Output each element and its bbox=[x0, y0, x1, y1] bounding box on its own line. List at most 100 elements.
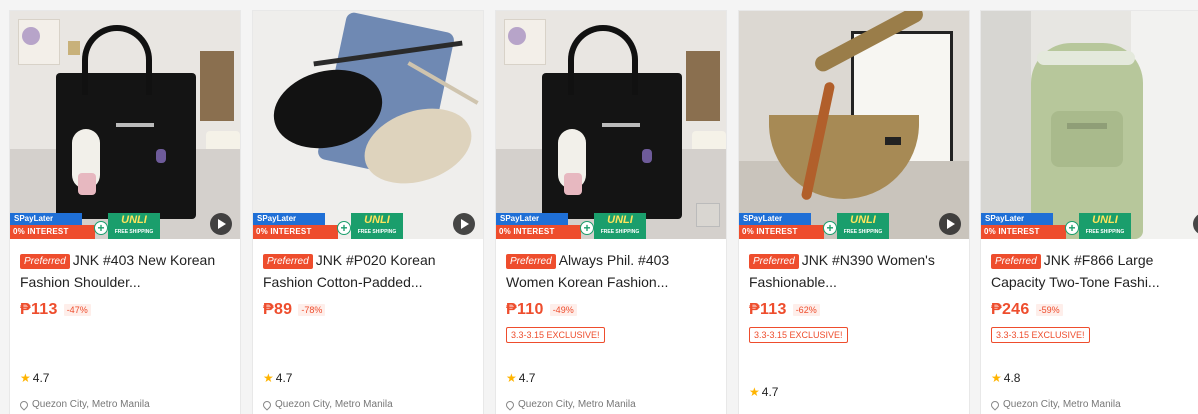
plus-icon: + bbox=[823, 221, 837, 235]
spaylater-label: SPayLater bbox=[981, 213, 1053, 225]
rating: ★ 4.8 bbox=[991, 371, 1020, 385]
interest-label: 0% INTEREST bbox=[253, 225, 338, 239]
play-icon[interactable] bbox=[939, 213, 961, 235]
product-image[interactable]: SPayLater 0% INTEREST + UNLI FREE SHIPPI… bbox=[10, 11, 240, 239]
preferred-badge: Preferred bbox=[20, 254, 70, 269]
spaylater-label: SPayLater bbox=[253, 213, 325, 225]
discount-badge: -59% bbox=[1035, 304, 1063, 316]
location: Quezon City, Metro Manila bbox=[989, 398, 1121, 411]
exclusive-badge: 3.3-3.15 EXCLUSIVE! bbox=[506, 327, 605, 343]
product-title[interactable]: Preferred JNK #403 New Korean Fashion Sho… bbox=[20, 249, 230, 293]
price: ₱113 bbox=[749, 301, 787, 318]
unli-label: UNLI bbox=[850, 214, 876, 226]
price: ₱246 bbox=[991, 301, 1030, 318]
interest-label: 0% INTEREST bbox=[981, 225, 1066, 239]
spaylater-label: SPayLater bbox=[10, 213, 82, 225]
rating: ★ 4.7 bbox=[506, 371, 535, 385]
product-card[interactable]: SPayLater 0% INTEREST + UNLI FREE SHIPPI… bbox=[980, 10, 1198, 414]
rating-value: 4.7 bbox=[518, 371, 536, 385]
plus-icon: + bbox=[337, 221, 351, 235]
discount-badge: -49% bbox=[549, 304, 577, 316]
product-card[interactable]: SPayLater 0% INTEREST + UNLI FREE SHIPPI… bbox=[9, 10, 241, 414]
product-photo-scene bbox=[496, 11, 726, 239]
product-title[interactable]: Preferred JNK #N390 Women's Fashionable..… bbox=[749, 249, 959, 293]
free-shipping-label: FREE SHIPPING bbox=[843, 229, 883, 235]
free-shipping-label: FREE SHIPPING bbox=[600, 229, 640, 235]
price: ₱89 bbox=[263, 301, 293, 318]
interest-label: 0% INTEREST bbox=[739, 225, 824, 239]
location: Quezon City, Metro Manila bbox=[504, 398, 636, 411]
product-photo-scene bbox=[253, 11, 483, 239]
spaylater-label: SPayLater bbox=[496, 213, 568, 225]
promo-strip: SPayLater 0% INTEREST + UNLI FREE SHIPPI… bbox=[10, 213, 240, 239]
rating-value: 4.8 bbox=[1003, 371, 1021, 385]
unli-badge: UNLI FREE SHIPPING bbox=[108, 213, 160, 239]
price: ₱110 bbox=[506, 301, 544, 318]
product-card[interactable]: SPayLater 0% INTEREST + UNLI FREE SHIPPI… bbox=[252, 10, 484, 414]
preferred-badge: Preferred bbox=[263, 254, 313, 269]
play-icon[interactable] bbox=[210, 213, 232, 235]
product-photo-scene bbox=[981, 11, 1198, 239]
unli-badge: UNLI FREE SHIPPING bbox=[837, 213, 889, 239]
location-pin-icon bbox=[504, 398, 516, 411]
star-icon: ★ bbox=[263, 371, 274, 385]
unli-badge: UNLI FREE SHIPPING bbox=[594, 213, 646, 239]
product-image[interactable]: SPayLater 0% INTEREST + UNLI FREE SHIPPI… bbox=[496, 11, 726, 239]
rating: ★ 4.7 bbox=[749, 385, 778, 399]
product-card[interactable]: SPayLater 0% INTEREST + UNLI FREE SHIPPI… bbox=[495, 10, 727, 414]
spaylater-badge: SPayLater 0% INTEREST bbox=[253, 213, 345, 239]
location-text: Quezon City, Metro Manila bbox=[275, 399, 393, 410]
discount-badge: -78% bbox=[298, 304, 326, 316]
spaylater-label: SPayLater bbox=[739, 213, 811, 225]
product-image[interactable]: SPayLater 0% INTEREST + UNLI FREE SHIPPI… bbox=[981, 11, 1198, 239]
free-shipping-label: FREE SHIPPING bbox=[1085, 229, 1125, 235]
unli-label: UNLI bbox=[121, 214, 147, 226]
location-pin-icon bbox=[18, 398, 30, 411]
discount-badge: -47% bbox=[63, 304, 91, 316]
promo-strip: SPayLater 0% INTEREST + UNLI FREE SHIPPI… bbox=[981, 213, 1198, 239]
preferred-badge: Preferred bbox=[506, 254, 556, 269]
product-image[interactable]: SPayLater 0% INTEREST + UNLI FREE SHIPPI… bbox=[253, 11, 483, 239]
free-shipping-label: FREE SHIPPING bbox=[357, 229, 397, 235]
product-photo-scene bbox=[10, 11, 240, 239]
product-image[interactable]: SPayLater 0% INTEREST + UNLI FREE SHIPPI… bbox=[739, 11, 969, 239]
promo-strip: SPayLater 0% INTEREST + UNLI FREE SHIPPI… bbox=[253, 213, 483, 239]
preferred-badge: Preferred bbox=[991, 254, 1041, 269]
promo-strip: SPayLater 0% INTEREST + UNLI FREE SHIPPI… bbox=[739, 213, 969, 239]
spaylater-badge: SPayLater 0% INTEREST bbox=[981, 213, 1073, 239]
star-icon: ★ bbox=[506, 371, 517, 385]
location-text: Quezon City, Metro Manila bbox=[32, 399, 150, 410]
unli-label: UNLI bbox=[364, 214, 390, 226]
plus-icon: + bbox=[1065, 221, 1079, 235]
spaylater-badge: SPayLater 0% INTEREST bbox=[739, 213, 831, 239]
unli-badge: UNLI FREE SHIPPING bbox=[351, 213, 403, 239]
price: ₱113 bbox=[20, 301, 58, 318]
promo-strip: SPayLater 0% INTEREST + UNLI FREE SHIPPI… bbox=[496, 213, 726, 239]
exclusive-badge: 3.3-3.15 EXCLUSIVE! bbox=[991, 327, 1090, 343]
star-icon: ★ bbox=[991, 371, 1002, 385]
location-text: Quezon City, Metro Manila bbox=[1003, 399, 1121, 410]
rating-value: 4.7 bbox=[761, 385, 779, 399]
play-icon[interactable] bbox=[453, 213, 475, 235]
unli-badge: UNLI FREE SHIPPING bbox=[1079, 213, 1131, 239]
star-icon: ★ bbox=[20, 371, 31, 385]
rating: ★ 4.7 bbox=[20, 371, 49, 385]
product-title[interactable]: Preferred JNK #F866 Large Capacity Two-To… bbox=[991, 249, 1198, 293]
location-text: Quezon City, Metro Manila bbox=[518, 399, 636, 410]
exclusive-badge: 3.3-3.15 EXCLUSIVE! bbox=[749, 327, 848, 343]
discount-badge: -62% bbox=[792, 304, 820, 316]
free-shipping-label: FREE SHIPPING bbox=[114, 229, 154, 235]
spaylater-badge: SPayLater 0% INTEREST bbox=[10, 213, 102, 239]
preferred-badge: Preferred bbox=[749, 254, 799, 269]
product-title[interactable]: Preferred JNK #P020 Korean Fashion Cotton… bbox=[263, 249, 473, 293]
product-photo-scene bbox=[739, 11, 969, 239]
location-pin-icon bbox=[261, 398, 273, 411]
star-icon: ★ bbox=[749, 385, 760, 399]
unli-label: UNLI bbox=[1092, 214, 1118, 226]
product-title[interactable]: Preferred Always Phil. #403 Women Korean … bbox=[506, 249, 716, 293]
unli-label: UNLI bbox=[607, 214, 633, 226]
product-card[interactable]: SPayLater 0% INTEREST + UNLI FREE SHIPPI… bbox=[738, 10, 970, 414]
plus-icon: + bbox=[580, 221, 594, 235]
product-row: SPayLater 0% INTEREST + UNLI FREE SHIPPI… bbox=[0, 0, 1198, 414]
interest-label: 0% INTEREST bbox=[496, 225, 581, 239]
